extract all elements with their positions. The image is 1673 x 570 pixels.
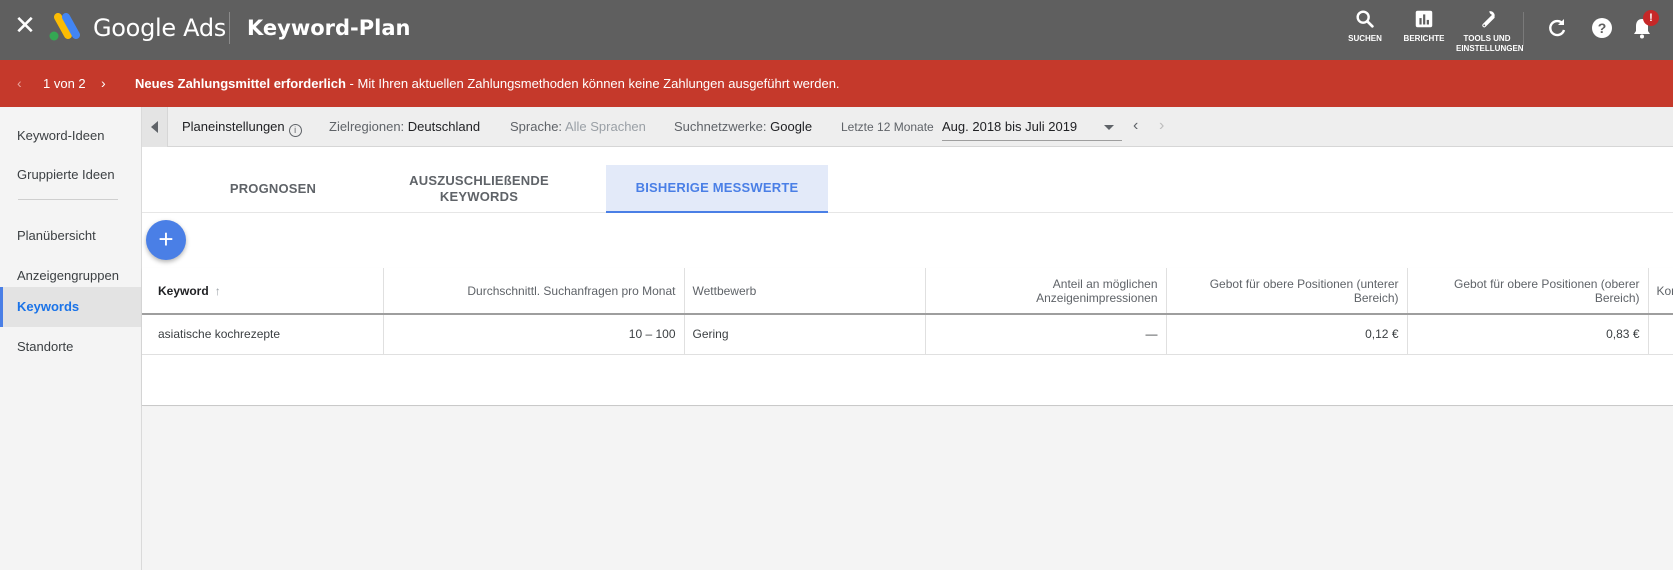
period-label: Letzte 12 Monate — [841, 120, 934, 134]
column-header-impression-share[interactable]: Anteil an möglichen Anzeigenimpressionen — [925, 268, 1167, 315]
wrench-icon — [1482, 11, 1495, 28]
column-header-truncated[interactable]: Kon — [1648, 268, 1673, 315]
search-button[interactable]: SUCHEN — [1340, 8, 1390, 44]
cell-impression-share: — — [925, 314, 1167, 355]
sort-arrow-up-icon[interactable]: ↑ — [215, 284, 221, 298]
alert-message[interactable]: Neues Zahlungsmittel erforderlich - Mit … — [135, 76, 840, 91]
sidebar-item-grouped-ideas[interactable]: Gruppierte Ideen — [0, 155, 141, 195]
content-background — [142, 407, 1673, 570]
date-prev-chevron-icon[interactable]: ‹ — [1133, 118, 1138, 134]
tab-negative-keywords[interactable]: AUSZUSCHLIEßENDE KEYWORDS — [372, 165, 586, 213]
left-sidebar: Keyword-Ideen Gruppierte Ideen Planübers… — [0, 107, 142, 570]
sidebar-divider — [18, 199, 118, 200]
language-setting[interactable]: Sprache: Alle Sprachen — [510, 119, 646, 134]
svg-text:?: ? — [1598, 20, 1607, 36]
tab-forecasts-label: PROGNOSEN — [229, 181, 317, 196]
chevron-down-icon — [1104, 125, 1114, 130]
column-header-bid-low[interactable]: Gebot für obere Positionen (unterer Bere… — [1166, 268, 1408, 315]
reports-icon — [1415, 10, 1433, 28]
table-header-row: Keyword ↑ Durchschnittl. Suchanfragen pro… — [142, 268, 1673, 315]
page-title: Keyword-Plan — [247, 16, 411, 40]
language-label: Sprache: — [510, 119, 563, 134]
alert-next-chevron-icon[interactable]: › — [101, 75, 106, 91]
alert-message-rest: - Mit Ihren aktuellen Zahlungsmethoden k… — [345, 76, 840, 91]
networks-value: Google — [770, 119, 813, 134]
cell-bid-low: 0,12 € — [1166, 314, 1408, 355]
cell-bid-high: 0,83 € — [1407, 314, 1649, 355]
alert-message-bold: Neues Zahlungsmittel erforderlich — [135, 76, 346, 91]
tools-label-line2: EINSTELLUNGEN — [1456, 44, 1524, 53]
cell-competition: Gering — [684, 314, 926, 355]
tab-forecasts[interactable]: PROGNOSEN — [184, 165, 362, 213]
close-icon[interactable]: ✕ — [14, 12, 36, 38]
networks-label: Suchnetzwerke: — [674, 119, 767, 134]
cell-truncated — [1648, 314, 1673, 355]
help-icon[interactable]: ? — [1590, 16, 1614, 40]
brand-divider — [229, 12, 230, 44]
target-regions-setting[interactable]: Zielregionen: Deutschland — [329, 119, 480, 134]
search-icon — [1356, 10, 1374, 28]
tab-historical-metrics[interactable]: BISHERIGE MESSWERTE — [606, 165, 828, 213]
date-next-chevron-icon[interactable]: › — [1159, 118, 1164, 134]
refresh-icon[interactable] — [1545, 16, 1569, 40]
search-label: SUCHEN — [1348, 34, 1382, 43]
sidebar-item-plan-overview[interactable]: Planübersicht — [0, 216, 141, 256]
sidebar-item-keywords[interactable]: Keywords — [0, 287, 141, 327]
cell-searches: 10 – 100 — [383, 314, 685, 355]
column-header-searches[interactable]: Durchschnittl. Suchanfragen pro Monat — [383, 268, 685, 315]
plan-settings[interactable]: Planeinstellungen i — [182, 119, 302, 137]
toolbar-divider — [1523, 12, 1524, 46]
search-networks-setting[interactable]: Suchnetzwerke: Google — [674, 119, 812, 134]
column-header-competition[interactable]: Wettbewerb — [684, 268, 926, 315]
collapse-sidebar-icon[interactable] — [142, 107, 168, 147]
top-bar: ✕ Google Ads Keyword-Plan SUCHEN BERICHT… — [0, 0, 1673, 60]
cell-keyword[interactable]: asiatische kochrezepte — [142, 314, 384, 355]
tabs-bar: PROGNOSEN AUSZUSCHLIEßENDE KEYWORDS BISH… — [142, 147, 1673, 213]
tools-settings-button[interactable]: TOOLS UND EINSTELLUNGEN — [1456, 8, 1524, 54]
language-value: Alle Sprachen — [564, 119, 646, 134]
keywords-table: Keyword ↑ Durchschnittl. Suchanfragen pro… — [142, 268, 1673, 406]
add-keyword-button[interactable]: + — [146, 220, 186, 260]
reports-button[interactable]: BERICHTE — [1396, 8, 1452, 44]
regions-value: Deutschland — [407, 119, 481, 134]
info-icon[interactable]: i — [288, 124, 302, 137]
google-ads-logo — [49, 13, 80, 41]
sidebar-item-locations[interactable]: Standorte — [0, 327, 141, 367]
payment-alert-bar: ‹ 1 von 2 › Neues Zahlungsmittel erforde… — [0, 60, 1673, 107]
keyword-header-label: Keyword — [158, 283, 209, 298]
column-header-bid-high[interactable]: Gebot für obere Positionen (oberer Berei… — [1407, 268, 1649, 315]
date-range-select[interactable]: Aug. 2018 bis Juli 2019 — [942, 113, 1122, 141]
notification-badge: ! — [1643, 10, 1659, 26]
sidebar-item-keyword-ideas[interactable]: Keyword-Ideen — [0, 116, 141, 156]
plan-settings-label: Planeinstellungen — [182, 119, 285, 134]
tab-negative-keywords-line1: AUSZUSCHLIEßENDE — [409, 173, 549, 188]
table-row[interactable]: asiatische kochrezepte 10 – 100 Gering —… — [142, 314, 1673, 355]
date-range-value: Aug. 2018 bis Juli 2019 — [942, 119, 1078, 134]
tab-historical-metrics-label: BISHERIGE MESSWERTE — [635, 180, 799, 195]
plan-settings-bar: Planeinstellungen i Zielregionen: Deutsch… — [142, 107, 1673, 147]
alert-prev-chevron-icon[interactable]: ‹ — [17, 75, 22, 91]
alert-counter: 1 von 2 — [43, 76, 86, 91]
column-header-keyword[interactable]: Keyword ↑ — [142, 268, 384, 315]
tools-label-line1: TOOLS UND — [1463, 34, 1511, 43]
reports-label: BERICHTE — [1403, 34, 1445, 43]
tab-negative-keywords-line2: KEYWORDS — [439, 189, 519, 204]
brand-name: Google Ads — [93, 14, 226, 42]
regions-label: Zielregionen: — [329, 119, 405, 134]
